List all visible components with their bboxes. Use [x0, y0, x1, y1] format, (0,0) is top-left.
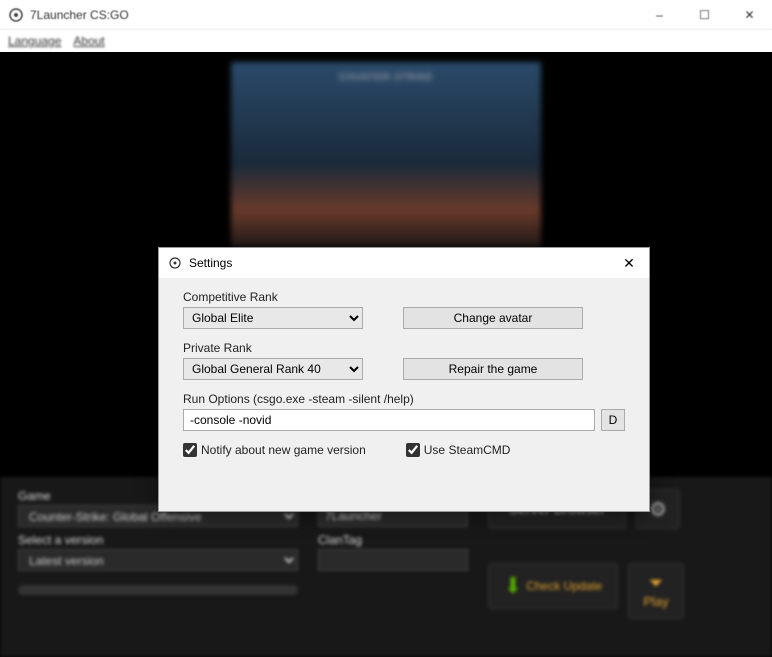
- steamcmd-checkbox[interactable]: [406, 443, 420, 457]
- maximize-button[interactable]: ☐: [682, 0, 727, 30]
- minimize-button[interactable]: –: [637, 0, 682, 30]
- settings-dialog-icon: [167, 255, 183, 271]
- notify-checkbox[interactable]: [183, 443, 197, 457]
- app-icon: [8, 7, 24, 23]
- run-options-default-button[interactable]: D: [601, 409, 625, 431]
- dialog-close-button[interactable]: ✕: [617, 251, 641, 275]
- clantag-label: ClanTag: [318, 533, 468, 547]
- game-logo-text: COUNTER·STRIKE: [339, 72, 433, 82]
- repair-game-button[interactable]: Repair the game: [403, 358, 583, 380]
- notify-label: Notify about new game version: [201, 443, 366, 457]
- play-button[interactable]: ⏷ Play: [628, 563, 684, 619]
- competitive-rank-select[interactable]: Global Elite: [183, 307, 363, 329]
- download-icon: ⬇: [504, 573, 522, 599]
- clantag-input[interactable]: [318, 549, 468, 571]
- notify-checkbox-wrap[interactable]: Notify about new game version: [183, 443, 366, 457]
- steamcmd-checkbox-wrap[interactable]: Use SteamCMD: [406, 443, 511, 457]
- menu-language[interactable]: Language: [8, 34, 61, 48]
- play-icon: ⏷: [649, 573, 663, 594]
- menu-about[interactable]: About: [73, 34, 104, 48]
- progress-bar: [18, 585, 298, 595]
- settings-dialog: Settings ✕ Competitive Rank Global Elite…: [158, 247, 650, 512]
- change-avatar-button[interactable]: Change avatar: [403, 307, 583, 329]
- private-rank-label: Private Rank: [183, 341, 363, 355]
- competitive-rank-label: Competitive Rank: [183, 290, 363, 304]
- private-rank-select[interactable]: Global General Rank 40: [183, 358, 363, 380]
- version-label: Select a version: [18, 533, 298, 547]
- game-artwork: COUNTER·STRIKE: [231, 62, 541, 247]
- dialog-title: Settings: [189, 256, 617, 270]
- gear-icon: ⚙: [649, 497, 667, 522]
- check-update-button[interactable]: ⬇ Check Update: [488, 563, 618, 609]
- content-area: COUNTER·STRIKE Game Counter-Strike: Glob…: [0, 52, 772, 657]
- version-select[interactable]: Latest version: [18, 549, 298, 571]
- window-titlebar: 7Launcher CS:GO – ☐ ✕: [0, 0, 772, 30]
- menubar: Language About: [0, 30, 772, 52]
- close-window-button[interactable]: ✕: [727, 0, 772, 30]
- window-title: 7Launcher CS:GO: [30, 8, 637, 22]
- dialog-titlebar: Settings ✕: [159, 248, 649, 278]
- run-options-label: Run Options (csgo.exe -steam -silent /he…: [183, 392, 414, 406]
- steamcmd-label: Use SteamCMD: [424, 443, 511, 457]
- run-options-input[interactable]: [183, 409, 595, 431]
